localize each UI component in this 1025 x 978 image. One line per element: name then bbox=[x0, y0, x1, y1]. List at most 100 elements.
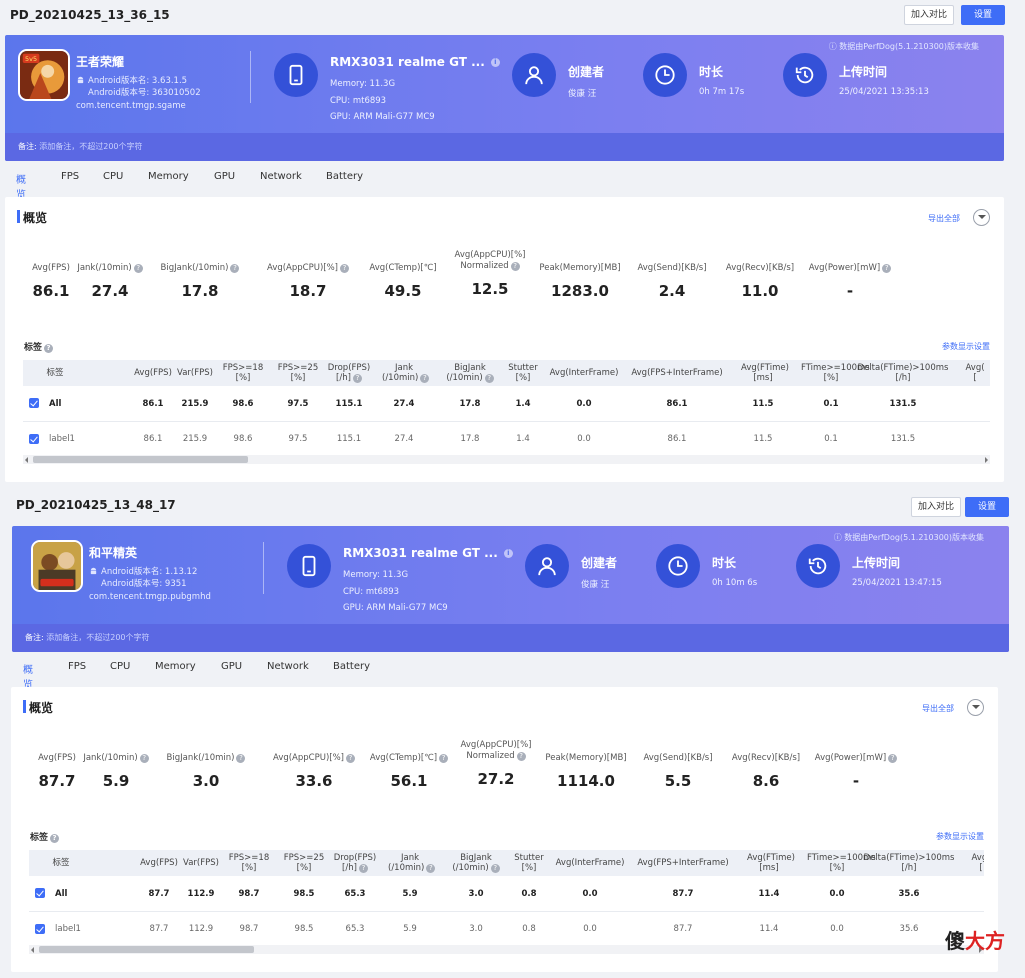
help-icon[interactable]: ? bbox=[516, 752, 526, 761]
note-field[interactable]: 备注: 添加备注，不超过200个字符 bbox=[18, 141, 143, 152]
help-icon[interactable]: ? bbox=[490, 864, 500, 873]
note-field[interactable]: 备注: 添加备注，不超过200个字符 bbox=[25, 632, 150, 643]
scrollbar-thumb[interactable] bbox=[39, 946, 254, 953]
table-row[interactable]: label1 87.7 112.9 98.7 98.5 65.3 5.9 3.0 0.8 0.0 8… bbox=[29, 912, 984, 948]
column-header[interactable]: BigJank (/10min)? bbox=[451, 853, 501, 873]
column-header[interactable]: Drop(FPS) [/h]? bbox=[327, 363, 371, 383]
tab-gpu[interactable]: GPU bbox=[221, 661, 242, 672]
help-icon[interactable]: ? bbox=[44, 344, 54, 353]
column-header[interactable]: FTime>=100ms [%] bbox=[807, 853, 876, 873]
export-all-link[interactable]: 导出全部 bbox=[928, 213, 960, 224]
column-header[interactable]: Jank (/10min)? bbox=[388, 853, 436, 873]
scroll-right-icon[interactable] bbox=[985, 457, 988, 463]
tab-battery[interactable]: Battery bbox=[333, 661, 370, 672]
column-header-line2: [/h]? bbox=[333, 863, 377, 873]
column-header[interactable]: Var(FPS) bbox=[175, 368, 215, 378]
help-icon[interactable]: ? bbox=[139, 754, 149, 763]
column-header-line1: Jank bbox=[400, 853, 420, 863]
column-header[interactable]: FPS>=25 [%] bbox=[282, 853, 326, 873]
table-cell: 97.5 bbox=[288, 434, 308, 444]
help-icon[interactable]: ? bbox=[236, 754, 246, 763]
tab-network[interactable]: Network bbox=[260, 171, 302, 182]
column-header[interactable]: Avg(FPS+InterFrame) bbox=[627, 368, 727, 378]
column-header[interactable]: Stutter [%] bbox=[511, 853, 547, 873]
export-all-link[interactable]: 导出全部 bbox=[922, 703, 954, 714]
column-header[interactable]: Avg(FTime) [ms] bbox=[741, 363, 789, 383]
scroll-left-icon[interactable] bbox=[25, 457, 28, 463]
column-header-line2: [%] bbox=[235, 373, 251, 383]
tab-cpu[interactable]: CPU bbox=[110, 661, 130, 672]
help-icon[interactable]: ? bbox=[439, 754, 449, 763]
metric-8: Avg(Recv)[KB/s] 8.6 bbox=[727, 753, 805, 790]
tab-battery[interactable]: Battery bbox=[326, 171, 363, 182]
column-header[interactable]: Avg(FPS) bbox=[133, 368, 173, 378]
help-icon[interactable]: ? bbox=[339, 264, 349, 273]
tab-fps[interactable]: FPS bbox=[68, 661, 86, 672]
column-header[interactable]: Avg(FTime) [ms] bbox=[747, 853, 795, 873]
checkbox-icon[interactable] bbox=[29, 398, 39, 408]
tab-network[interactable]: Network bbox=[267, 661, 309, 672]
tab-memory[interactable]: Memory bbox=[155, 661, 196, 672]
help-icon[interactable]: ? bbox=[352, 374, 362, 383]
column-header[interactable]: Var(FPS) bbox=[181, 858, 221, 868]
param-display-settings-link[interactable]: 参数显示设置 bbox=[936, 831, 984, 842]
help-icon[interactable]: ? bbox=[510, 262, 520, 271]
settings-button[interactable]: 设置 bbox=[965, 497, 1009, 517]
column-header[interactable]: Avg([ bbox=[961, 853, 984, 873]
add-compare-button[interactable]: 加入对比 bbox=[903, 5, 954, 25]
help-icon[interactable]: ? bbox=[230, 264, 240, 273]
help-icon[interactable]: ? bbox=[50, 834, 60, 843]
column-header[interactable]: FTime>=100ms [%] bbox=[801, 363, 870, 383]
chevron-down-icon[interactable] bbox=[967, 699, 984, 716]
tab-cpu[interactable]: CPU bbox=[103, 171, 123, 182]
checkbox-icon[interactable] bbox=[29, 434, 39, 444]
column-header[interactable]: Delta(FTime)>100ms [/h] bbox=[859, 853, 959, 873]
column-header[interactable]: Avg(InterFrame) bbox=[544, 368, 624, 378]
horizontal-scrollbar[interactable] bbox=[23, 455, 990, 464]
help-icon[interactable]: ? bbox=[882, 264, 892, 273]
column-header[interactable]: FPS>=18 [%] bbox=[227, 853, 271, 873]
help-icon[interactable]: ? bbox=[345, 754, 355, 763]
metric-label-text-2: Normalized bbox=[466, 751, 515, 761]
checkbox-icon[interactable] bbox=[35, 924, 45, 934]
column-header[interactable]: Avg(FPS) bbox=[139, 858, 179, 868]
metric-label-text: Avg(FPS) bbox=[32, 263, 70, 273]
column-header-line1: FPS>=18 bbox=[222, 363, 264, 373]
metric-7: Avg(Send)[KB/s] 5.5 bbox=[639, 753, 717, 790]
horizontal-scrollbar[interactable] bbox=[29, 945, 984, 954]
param-display-settings-link[interactable]: 参数显示设置 bbox=[942, 341, 990, 352]
column-header[interactable]: BigJank (/10min)? bbox=[445, 363, 495, 383]
scroll-left-icon[interactable] bbox=[31, 947, 34, 953]
info-icon[interactable]: i bbox=[503, 549, 513, 558]
column-header[interactable]: Jank (/10min)? bbox=[382, 363, 430, 383]
metric-label: BigJank(/10min)? bbox=[166, 753, 246, 764]
scrollbar-thumb[interactable] bbox=[33, 456, 248, 463]
help-icon[interactable]: ? bbox=[888, 754, 898, 763]
column-header[interactable]: Avg(InterFrame) bbox=[550, 858, 630, 868]
info-icon[interactable]: i bbox=[490, 58, 500, 67]
chevron-down-icon[interactable] bbox=[973, 209, 990, 226]
tab-gpu[interactable]: GPU bbox=[214, 171, 235, 182]
upload-icon-circle bbox=[796, 544, 840, 588]
column-header[interactable]: Avg([ bbox=[955, 363, 990, 383]
column-header[interactable]: FPS>=18 [%] bbox=[221, 363, 265, 383]
help-icon[interactable]: ? bbox=[358, 864, 368, 873]
table-row[interactable]: All 86.1 215.9 98.6 97.5 115.1 27.4 17.8 1.4 0.0 8… bbox=[23, 386, 990, 422]
help-icon[interactable]: ? bbox=[484, 374, 494, 383]
settings-button[interactable]: 设置 bbox=[961, 5, 1005, 25]
help-icon[interactable]: ? bbox=[426, 864, 436, 873]
tab-fps[interactable]: FPS bbox=[61, 171, 79, 182]
column-header[interactable]: Drop(FPS) [/h]? bbox=[333, 853, 377, 873]
tab-memory[interactable]: Memory bbox=[148, 171, 189, 182]
table-row[interactable]: All 87.7 112.9 98.7 98.5 65.3 5.9 3.0 0.8 0.0 87.7… bbox=[29, 876, 984, 912]
column-header[interactable]: Stutter [%] bbox=[505, 363, 541, 383]
column-header[interactable]: FPS>=25 [%] bbox=[276, 363, 320, 383]
help-icon[interactable]: ? bbox=[420, 374, 430, 383]
checkbox-icon[interactable] bbox=[35, 888, 45, 898]
metric-label-text: Avg(Send)[KB/s] bbox=[643, 753, 713, 763]
help-icon[interactable]: ? bbox=[133, 264, 143, 273]
table-row[interactable]: label1 86.1 215.9 98.6 97.5 115.1 27.4 17.8 1.4 0… bbox=[23, 422, 990, 458]
column-header[interactable]: Avg(FPS+InterFrame) bbox=[633, 858, 733, 868]
column-header[interactable]: Delta(FTime)>100ms [/h] bbox=[853, 363, 953, 383]
add-compare-button[interactable]: 加入对比 bbox=[910, 497, 961, 517]
